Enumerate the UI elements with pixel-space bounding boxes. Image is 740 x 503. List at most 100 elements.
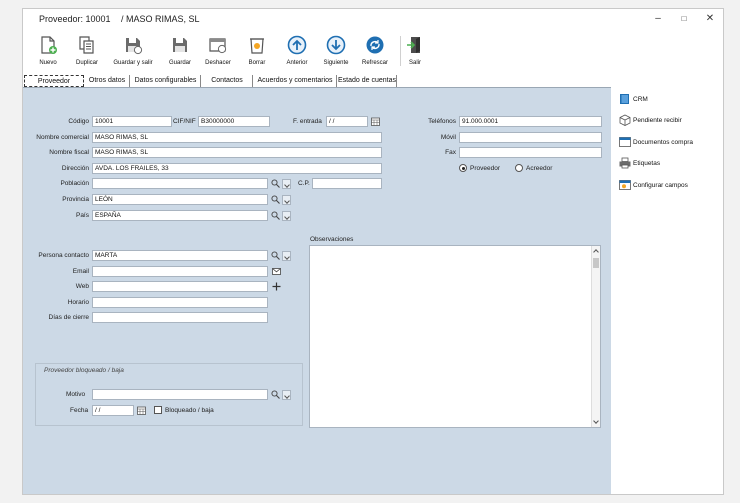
cif-label: CIF/NIF [173,118,196,125]
telefonos-label: Teléfonos [428,118,456,125]
mail-icon[interactable] [272,267,281,276]
tab-acuerdos-comentarios[interactable]: Acuerdos y comentarios [254,75,337,87]
tab-estado-cuentas[interactable]: Estado de cuentas [338,75,397,87]
search-icon[interactable] [271,179,280,188]
maximize-button[interactable]: □ [671,10,697,28]
plus-icon[interactable] [272,282,281,291]
fax-field[interactable] [459,147,602,158]
acreedor-radio[interactable] [515,164,523,172]
delete-button[interactable]: Borrar [237,35,277,69]
proveedor-bloqueado-group: Proveedor bloqueado / baja Motivo Fecha … [35,363,303,426]
duplicate-button-label: Duplicar [75,60,98,66]
previous-button-label: Anterior [286,60,308,66]
pais-field[interactable]: ESPAÑA [92,210,268,221]
web-field[interactable] [92,281,268,292]
pendiente-recibir-label: Pendiente recibir [633,117,682,124]
save-and-exit-button[interactable]: Guardar y salir [113,35,153,69]
movil-label: Móvil [440,134,456,141]
persona-contacto-dropdown[interactable] [282,251,291,261]
motivo-field[interactable] [92,389,268,400]
tab-contactos[interactable]: Contactos [202,75,253,87]
email-field[interactable] [92,266,268,277]
exit-door-icon [407,37,420,53]
proveedor-radio[interactable] [459,164,467,172]
arrow-down-icon [326,35,346,55]
email-label: Email [72,268,89,275]
direccion-field[interactable]: AVDA. LOS FRAILES, 33 [92,163,382,174]
search-icon[interactable] [271,195,280,204]
undo-button-label: Deshacer [205,60,231,66]
nombre-comercial-field[interactable]: MASO RIMAS, SL [92,132,382,143]
configurar-campos-label: Configurar campos [633,182,688,189]
tab-bar: Proveedor Otros datos Datos configurable… [23,75,723,87]
poblacion-dropdown[interactable] [282,179,291,189]
bloqueado-checkbox[interactable] [154,406,162,414]
save-button-label: Guardar [168,60,191,66]
window-title-name: / MASO RIMAS, SL [121,14,200,24]
f-entrada-field[interactable]: / / [326,116,368,127]
dias-cierre-label: Días de cierre [48,314,89,321]
observaciones-label: Observaciones [310,236,354,243]
close-button[interactable]: ✕ [697,10,723,28]
poblacion-field[interactable] [92,178,268,189]
new-button[interactable]: Nuevo [28,35,68,69]
save-button[interactable]: Guardar [160,35,200,69]
horario-field[interactable] [92,297,268,308]
duplicate-button[interactable]: Duplicar [67,35,107,69]
codigo-label: Código [68,118,89,125]
window-title-code: Proveedor: 10001 [39,14,111,24]
next-button-label: Siguiente [323,60,349,66]
calendar-icon[interactable] [137,406,146,415]
tab-datos-configurables[interactable]: Datos configurables [131,75,201,87]
delete-button-label: Borrar [248,60,266,66]
horario-label: Horario [67,299,89,306]
fecha-field[interactable]: / / [92,405,134,416]
nombre-fiscal-field[interactable]: MASO RIMAS, SL [92,147,382,158]
undo-icon [209,38,227,54]
telefonos-field[interactable]: 91.000.0001 [459,116,602,127]
motivo-label: Motivo [66,391,86,398]
proveedor-radio-label: Proveedor [470,165,500,172]
f-entrada-label: F. entrada [293,118,322,125]
dias-cierre-field[interactable] [92,312,268,323]
refresh-button-label: Refrescar [361,60,388,66]
exit-button[interactable]: Salir [395,35,435,69]
package-icon [619,114,631,126]
previous-button[interactable]: Anterior [277,35,317,69]
new-button-label: Nuevo [39,60,57,66]
cif-field[interactable]: B30000000 [198,116,270,127]
persona-contacto-field[interactable]: MARTA [92,250,268,261]
tab-proveedor[interactable]: Proveedor [24,75,84,87]
save-icon [173,38,187,52]
scroll-up-icon[interactable] [593,249,599,255]
pais-dropdown[interactable] [282,211,291,221]
search-icon[interactable] [271,211,280,220]
search-icon[interactable] [271,251,280,260]
motivo-dropdown[interactable] [282,390,291,400]
new-document-icon [41,36,57,54]
undo-button[interactable]: Deshacer [198,35,238,69]
tab-otros-datos[interactable]: Otros datos [85,75,130,87]
nombre-fiscal-label: Nombre fiscal [49,149,89,156]
acreedor-radio-label: Acreedor [526,165,553,172]
exit-button-label: Salir [408,60,421,66]
cp-field[interactable] [312,178,382,189]
calendar-icon[interactable] [371,117,380,126]
search-icon[interactable] [271,390,280,399]
codigo-field[interactable]: 10001 [92,116,172,127]
provincia-field[interactable]: LEÓN [92,194,268,205]
observaciones-textarea[interactable] [309,245,601,428]
observaciones-scrollbar[interactable] [591,246,600,427]
etiquetas-label: Etiquetas [633,160,661,167]
duplicate-icon [79,36,94,54]
refresh-button[interactable]: Refrescar [355,35,395,69]
crm-book-icon [620,94,629,104]
scroll-down-icon[interactable] [593,418,599,424]
save-and-exit-label: Guardar y salir [113,60,153,66]
minimize-button[interactable]: – [645,10,671,28]
movil-field[interactable] [459,132,602,143]
documents-window-icon [619,137,631,147]
provincia-dropdown[interactable] [282,195,291,205]
next-button[interactable]: Siguiente [316,35,356,69]
scroll-thumb[interactable] [593,258,599,268]
